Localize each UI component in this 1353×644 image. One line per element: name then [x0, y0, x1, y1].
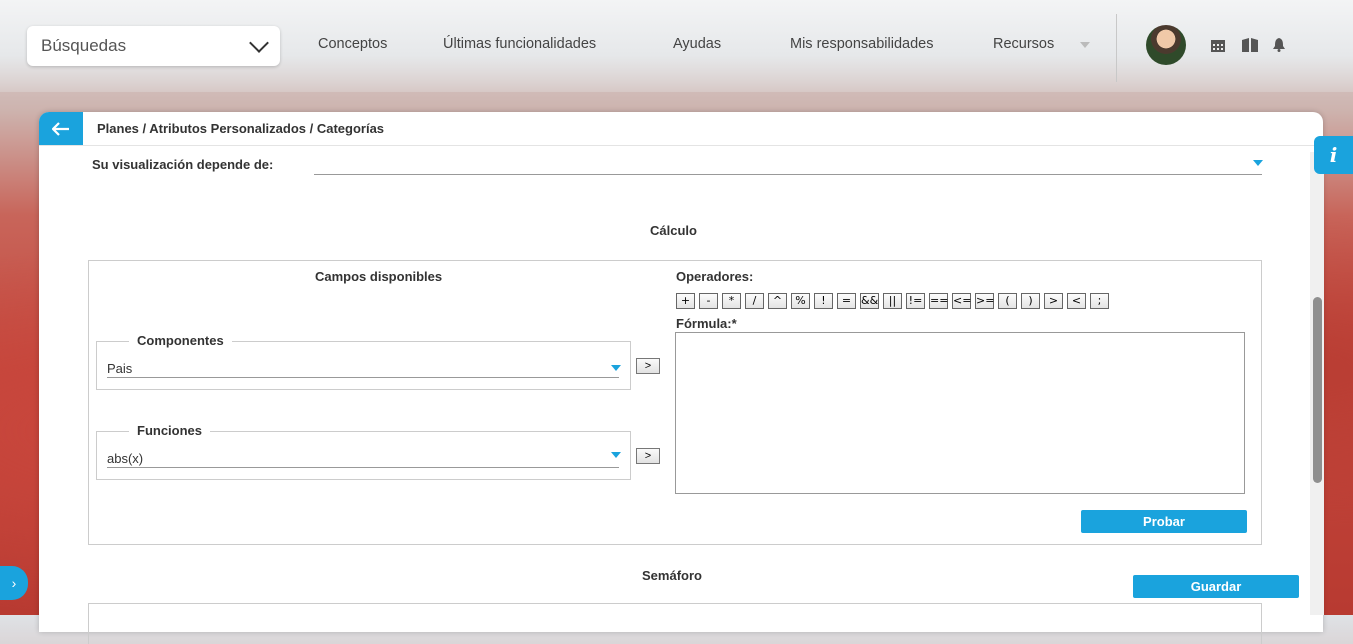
funciones-legend: Funciones	[129, 423, 211, 438]
probar-button[interactable]: Probar	[1081, 510, 1247, 533]
info-tab[interactable]: i	[1314, 136, 1353, 174]
dependency-select[interactable]	[314, 174, 1262, 175]
arrow-left-icon	[52, 121, 69, 136]
operator-divide-button[interactable]: /	[745, 293, 764, 309]
operator-assign-button[interactable]: =	[837, 293, 856, 309]
back-button[interactable]	[39, 112, 83, 145]
operator-power-button[interactable]: ^	[768, 293, 787, 309]
recursos-caret-icon[interactable]	[1080, 42, 1090, 48]
funciones-select[interactable]	[107, 467, 619, 468]
operator-or-button[interactable]: ||	[883, 293, 902, 309]
dependency-label: Su visualización depende de:	[92, 157, 274, 172]
main-panel: Planes / Atributos Personalizados / Cate…	[39, 112, 1323, 644]
operator-greater-button[interactable]: >	[1044, 293, 1063, 309]
operator-modulo-button[interactable]: %	[791, 293, 810, 309]
operator-not-button[interactable]: !	[814, 293, 833, 309]
calendar-icon[interactable]	[1211, 38, 1225, 52]
chevron-down-icon	[249, 33, 269, 53]
operator-less-equal-button[interactable]: <=	[952, 293, 971, 309]
semaforo-box	[88, 603, 1262, 644]
funciones-fieldset: Funciones abs(x)	[96, 423, 631, 480]
top-bar: Búsquedas Conceptos Últimas funcionalida…	[0, 0, 1353, 92]
breadcrumb-divider	[39, 145, 1323, 146]
semaforo-title: Semáforo	[642, 568, 702, 583]
componentes-select-value[interactable]: Pais	[107, 361, 132, 376]
operator-greater-equal-button[interactable]: >=	[975, 293, 994, 309]
componentes-fieldset: Componentes Pais	[96, 333, 631, 390]
campos-disponibles-title: Campos disponibles	[315, 269, 443, 284]
funciones-caret-icon[interactable]	[611, 452, 621, 458]
operator-semicolon-button[interactable]: ;	[1090, 293, 1109, 309]
chevron-right-icon: ›	[11, 575, 17, 591]
operator-less-button[interactable]: <	[1067, 293, 1086, 309]
operadores-label: Operadores:	[676, 269, 754, 284]
operator-and-button[interactable]: &&	[860, 293, 879, 309]
operators-toolbar: + - * / ^ % ! = && || != == <= >= ( ) > …	[676, 293, 1109, 309]
operator-plus-button[interactable]: +	[676, 293, 695, 309]
componentes-select[interactable]	[107, 377, 619, 378]
formula-textarea[interactable]	[675, 332, 1245, 494]
operator-equal-button[interactable]: ==	[929, 293, 948, 309]
nav-conceptos[interactable]: Conceptos	[318, 36, 387, 52]
search-select-value: Búsquedas	[41, 36, 127, 55]
nav-ultimas-funcionalidades[interactable]: Últimas funcionalidades	[443, 36, 596, 52]
operator-not-equal-button[interactable]: !=	[906, 293, 925, 309]
top-divider	[1116, 14, 1117, 82]
scrollbar-thumb[interactable]	[1313, 297, 1322, 483]
book-icon[interactable]	[1242, 38, 1258, 52]
formula-label: Fórmula:*	[676, 316, 737, 331]
avatar[interactable]	[1146, 25, 1186, 65]
componentes-legend: Componentes	[129, 333, 232, 348]
componentes-caret-icon[interactable]	[611, 365, 621, 371]
calculo-title: Cálculo	[650, 223, 697, 238]
guardar-button[interactable]: Guardar	[1133, 575, 1299, 598]
operator-open-paren-button[interactable]: (	[998, 293, 1017, 309]
nav-mis-responsabilidades[interactable]: Mis responsabilidades	[790, 36, 933, 52]
operator-minus-button[interactable]: -	[699, 293, 718, 309]
search-select[interactable]: Búsquedas	[27, 26, 280, 66]
bell-icon[interactable]	[1272, 38, 1286, 52]
operator-multiply-button[interactable]: *	[722, 293, 741, 309]
nav-recursos[interactable]: Recursos	[993, 36, 1054, 52]
operator-close-paren-button[interactable]: )	[1021, 293, 1040, 309]
funciones-select-value[interactable]: abs(x)	[107, 451, 143, 466]
side-panel-toggle[interactable]: ›	[0, 566, 28, 600]
add-funcion-button[interactable]: >	[636, 448, 660, 464]
breadcrumb: Planes / Atributos Personalizados / Cate…	[97, 121, 385, 136]
nav-ayudas[interactable]: Ayudas	[673, 36, 721, 52]
add-componente-button[interactable]: >	[636, 358, 660, 374]
dependency-caret-icon[interactable]	[1253, 160, 1263, 166]
